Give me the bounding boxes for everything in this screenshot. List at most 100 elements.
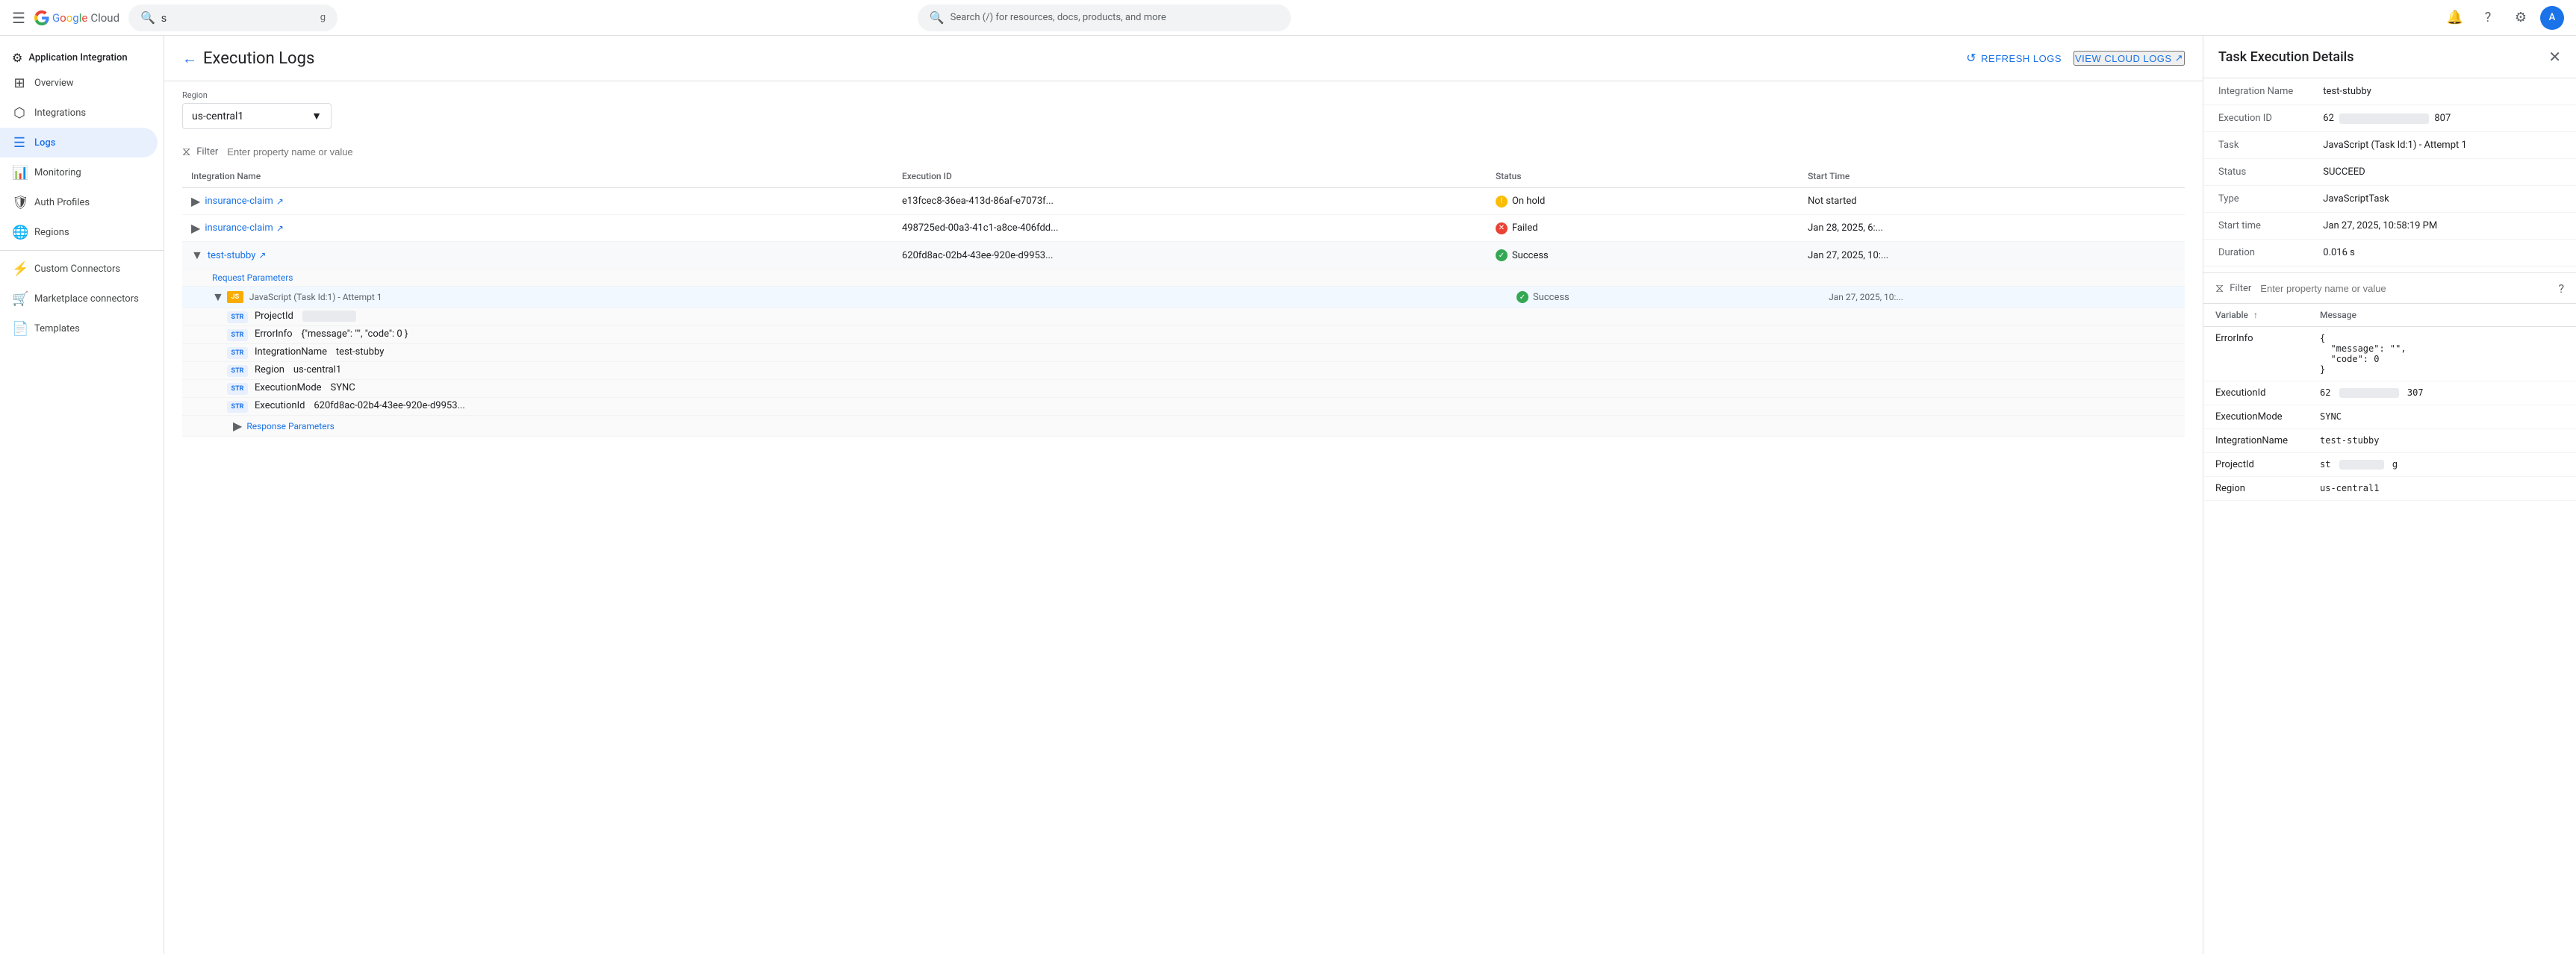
detail-value-integration-name: test-stubby [2308, 78, 2576, 105]
js-icon: JS [227, 291, 243, 303]
user-avatar[interactable]: A [2540, 6, 2564, 30]
expand-task-button[interactable]: ▼ [212, 290, 224, 305]
variable-name: ExecutionId [2203, 381, 2308, 405]
variable-row: ErrorInfo { "message": "", "code": 0 } [2203, 327, 2576, 381]
integration-link[interactable]: test-stubby ↗ [208, 250, 267, 261]
param-name: ExecutionMode [255, 382, 322, 393]
param-type-badge: STR [227, 329, 248, 341]
google-cloud-logo: Google Cloud [34, 10, 119, 25]
variable-name: IntegrationName [2203, 429, 2308, 453]
response-parameters-link[interactable]: Response Parameters [246, 421, 335, 431]
request-parameters-link[interactable]: Request Parameters [212, 272, 293, 283]
status-text: On hold [1512, 196, 1545, 207]
sidebar-item-regions[interactable]: 🌐 Regions [0, 217, 158, 247]
variable-message: us-central1 [2308, 477, 2576, 501]
integration-name-text: test-stubby [208, 250, 256, 261]
expand-response-button[interactable]: ▶ [233, 419, 242, 433]
monitoring-icon: 📊 [12, 165, 27, 181]
sidebar-item-overview[interactable]: ⊞ Overview [0, 68, 158, 98]
sidebar-item-auth-profiles-label: Auth Profiles [34, 197, 90, 208]
topbar-right: 🔔 ? ⚙ A [2442, 4, 2564, 31]
col-status: Status [1487, 165, 1799, 188]
back-button[interactable]: ← [182, 49, 197, 68]
refresh-logs-button[interactable]: ↺ REFRESH LOGS [1960, 45, 2068, 72]
integration-name-text: insurance-claim [205, 196, 273, 207]
variable-sort-icon[interactable]: ↑ [2253, 310, 2258, 320]
help-button[interactable]: ? [2474, 4, 2501, 31]
sidebar-item-integrations[interactable]: ⬡ Integrations [0, 98, 158, 128]
task-sub-row: ▼ JS JavaScript (Task Id:1) - Attempt 1 … [182, 287, 2185, 308]
topbar-search-box[interactable]: 🔍 g [128, 4, 337, 31]
region-dropdown-icon: ▼ [311, 110, 322, 122]
marketplace-connectors-icon: 🛒 [12, 291, 27, 307]
topbar-search-input[interactable] [161, 12, 314, 24]
sidebar-item-custom-connectors[interactable]: ⚡ Custom Connectors [0, 254, 158, 284]
app-integration-label: Application Integration [28, 52, 127, 63]
view-cloud-logs-button[interactable]: VIEW CLOUD LOGS ↗ [2073, 51, 2185, 66]
panel-close-button[interactable]: ✕ [2548, 48, 2561, 66]
variable-message: { "message": "", "code": 0 } [2308, 327, 2576, 381]
variable-message: test-stubby [2308, 429, 2576, 453]
collapse-row-button[interactable]: ▼ [191, 248, 203, 263]
sidebar-item-marketplace-connectors-label: Marketplace connectors [34, 293, 139, 305]
panel-body: Integration Name test-stubby Execution I… [2203, 78, 2576, 954]
integration-link[interactable]: insurance-claim ↗ [205, 222, 284, 234]
variable-row: ExecutionId 62 307 [2203, 381, 2576, 405]
center-search-bar[interactable]: 🔍 Search (/) for resources, docs, produc… [918, 4, 1291, 31]
col-execution-id: Execution ID [893, 165, 1487, 188]
content-area: ← Execution Logs ↺ REFRESH LOGS VIEW CLO… [164, 36, 2203, 954]
detail-value-task: JavaScript (Task Id:1) - Attempt 1 [2308, 132, 2576, 159]
param-name: IntegrationName [255, 346, 327, 358]
status-text: Failed [1512, 222, 1538, 234]
sidebar-item-auth-profiles[interactable]: 🛡 Auth Profiles [0, 187, 158, 217]
sidebar-item-templates[interactable]: 📄 Templates [0, 314, 158, 343]
filter-icon: ⧖ [182, 144, 190, 159]
expand-row-button[interactable]: ▶ [191, 194, 200, 208]
detail-row-type: Type JavaScriptTask [2203, 186, 2576, 213]
integration-link[interactable]: insurance-claim ↗ [205, 196, 284, 207]
topbar: ☰ Google Cloud 🔍 g 🔍 Search (/) for reso… [0, 0, 2576, 36]
main-layout: ⚙ Application Integration ⊞ Overview ⬡ I… [0, 36, 2576, 954]
external-link-icon: ↗ [276, 196, 284, 207]
sidebar-item-templates-label: Templates [34, 323, 80, 334]
help-icon[interactable]: ? [2558, 281, 2564, 296]
filter-input[interactable] [227, 146, 2185, 158]
google-text: Google [52, 11, 87, 25]
settings-button[interactable]: ⚙ [2507, 4, 2534, 31]
detail-value-duration: 0.016 s [2308, 240, 2576, 266]
status-badge: ✓ Success [1496, 249, 1790, 261]
sidebar-item-marketplace-connectors[interactable]: 🛒 Marketplace connectors [0, 284, 158, 314]
param-name: Region [255, 364, 284, 375]
param-row: STR IntegrationName test-stubby [182, 344, 2185, 362]
sidebar-item-logs[interactable]: ☰ Logs [0, 128, 158, 158]
param-type-badge: STR [227, 311, 248, 323]
g-letter: G [52, 11, 60, 25]
detail-label-integration-name: Integration Name [2203, 78, 2308, 105]
detail-label-execution-id: Execution ID [2203, 105, 2308, 132]
external-link-icon: ↗ [276, 223, 284, 234]
center-search-icon: 🔍 [930, 10, 945, 25]
regions-icon: 🌐 [12, 225, 27, 240]
variable-row: Region us-central1 [2203, 477, 2576, 501]
col-variable: Variable ↑ [2203, 304, 2308, 327]
expand-row-button[interactable]: ▶ [191, 221, 200, 235]
status-badge: ✕ Failed [1496, 222, 1790, 234]
param-row: STR ExecutionMode SYNC [182, 380, 2185, 398]
sidebar-item-monitoring[interactable]: 📊 Monitoring [0, 158, 158, 187]
variable-row: ProjectId st g [2203, 453, 2576, 477]
region-select[interactable]: us-central1 ▼ [182, 103, 332, 129]
menu-icon[interactable]: ☰ [12, 9, 25, 27]
detail-label-start-time: Start time [2203, 213, 2308, 240]
app-integration-header: ⚙ Application Integration [0, 42, 164, 68]
app-integration-icon: ⚙ [12, 51, 22, 65]
param-value: s...g [302, 311, 356, 322]
refresh-logs-label: REFRESH LOGS [1981, 53, 2062, 64]
detail-row-integration-name: Integration Name test-stubby [2203, 78, 2576, 105]
detail-value-execution-id: 62 807 [2308, 105, 2576, 132]
detail-value-status: SUCCEED [2308, 159, 2576, 186]
panel-filter-input[interactable] [2260, 283, 2552, 294]
response-parameters-row: ▶ Response Parameters [182, 416, 2185, 437]
panel-filter-bar: ⧖ Filter ? [2203, 272, 2576, 304]
notifications-button[interactable]: 🔔 [2442, 4, 2468, 31]
start-time-cell: Jan 27, 2025, 10:... [1799, 242, 2185, 269]
